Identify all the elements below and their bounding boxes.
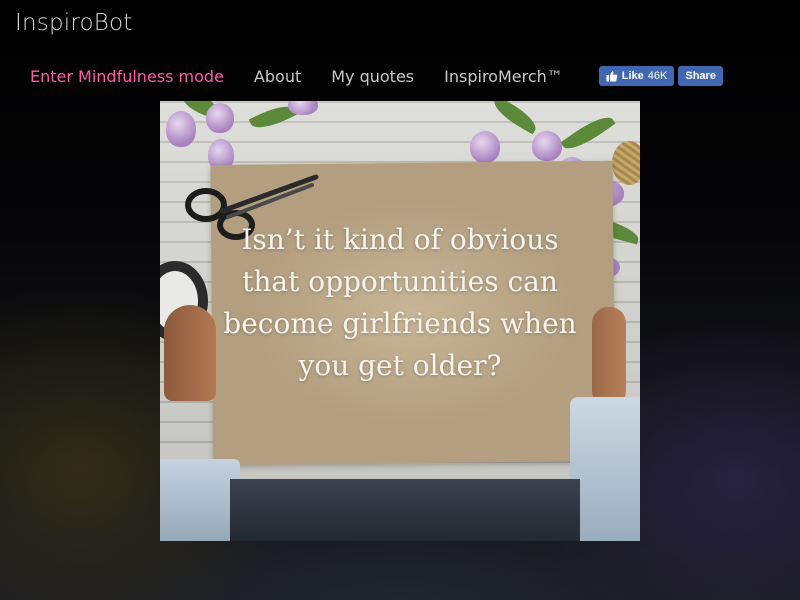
tulip-flower [532,131,562,161]
main-nav: Enter Mindfulness mode About My quotes I… [30,64,727,88]
tulip-flower [470,131,500,163]
nav-mindfulness-mode[interactable]: Enter Mindfulness mode [30,67,224,86]
facebook-like-label: Like [621,70,644,82]
tulip-flower [166,111,196,147]
twine-spool [612,141,640,185]
left-sleeve [160,459,240,541]
nav-my-quotes[interactable]: My quotes [331,67,414,86]
app-title: InspiroBot [15,10,133,36]
facebook-like-button[interactable]: Like 46K [598,66,675,86]
right-sleeve [570,397,640,541]
tulip-flower [206,103,234,133]
facebook-widgets: Like 46K Share [598,66,727,86]
left-hand [164,305,216,401]
nav-about[interactable]: About [254,67,301,86]
jeans [230,479,580,541]
quote-image[interactable]: Isn’t it kind of obvious that opportunit… [160,101,640,541]
facebook-like-count: 46K [647,70,668,82]
right-arm [592,307,626,407]
quote-text: Isn’t it kind of obvious that opportunit… [223,223,577,382]
thumbs-up-icon [606,70,618,82]
nav-inspiromerch[interactable]: InspiroMerch™ [444,67,563,86]
facebook-share-button[interactable]: Share [678,66,723,86]
